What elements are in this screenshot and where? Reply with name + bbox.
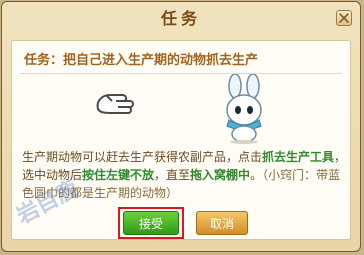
task-heading: 任务：把自己进入生产期的动物抓去生产 [24, 53, 259, 68]
task-dialog: 任务 任务：把自己进入生产期的动物抓去生产 生产期动物可以赶去生产获得农副产品，… [1, 1, 361, 252]
divider [20, 73, 342, 74]
desc-highlight-hold: 按住左键不放 [82, 168, 155, 182]
grab-hand-icon [96, 94, 134, 114]
desc-text-4: 。 [250, 168, 263, 182]
desc-highlight-drag: 拖入窝棚中 [190, 168, 251, 182]
desc-text-3: ，直至 [154, 168, 191, 182]
rabbit-character-icon [226, 74, 262, 144]
cancel-button[interactable]: 取消 [196, 211, 248, 235]
accept-button[interactable]: 接受 [123, 211, 179, 235]
close-icon [339, 13, 349, 23]
close-button[interactable] [336, 10, 352, 26]
desc-highlight-tool: 抓去生产工具 [262, 150, 335, 164]
dialog-title: 任务 [160, 9, 201, 28]
desc-text-1: 生产期动物可以赶去生产获得农副产品，点击 [22, 150, 263, 164]
